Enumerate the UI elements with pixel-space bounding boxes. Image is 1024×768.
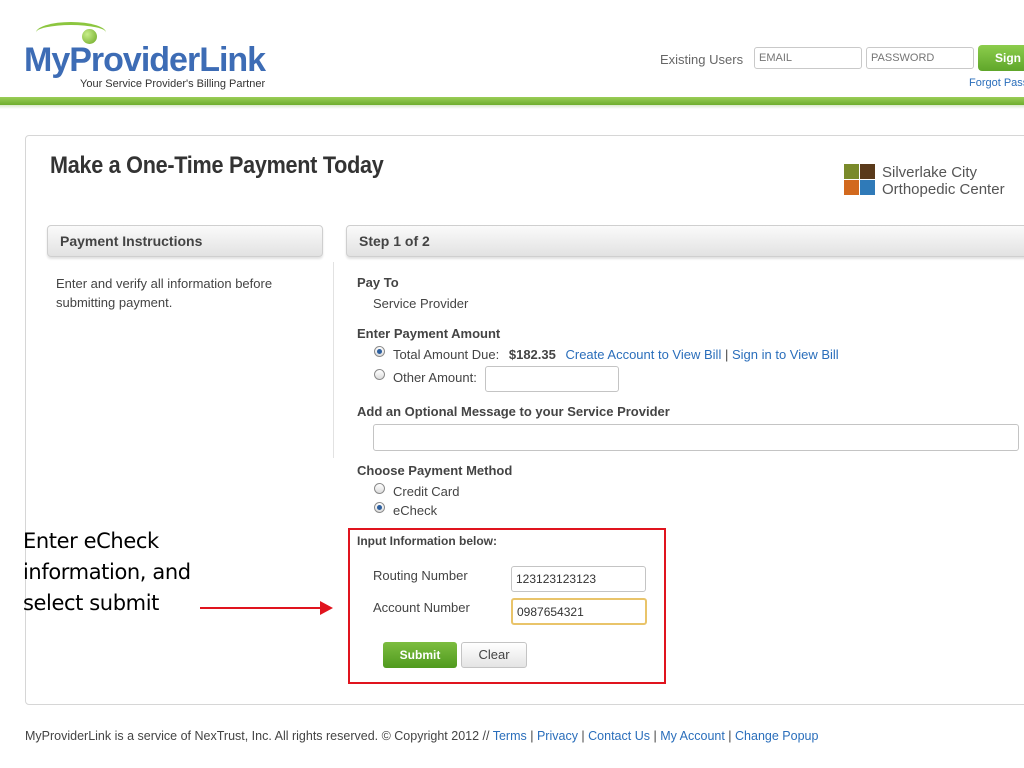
logo-square-brown bbox=[860, 164, 875, 179]
sign-in-button[interactable]: Sign bbox=[978, 45, 1024, 71]
account-number-input[interactable] bbox=[511, 598, 647, 625]
footer-link-contact[interactable]: Contact Us bbox=[588, 729, 650, 743]
header-green-band bbox=[0, 97, 1024, 105]
payment-instructions-header: Payment Instructions bbox=[47, 225, 323, 257]
provider-name-line1: Silverlake City bbox=[882, 164, 978, 181]
right-arrow-icon bbox=[200, 607, 324, 609]
logo-tagline: Your Service Provider's Billing Partner bbox=[80, 78, 266, 90]
total-due-value: $182.35 bbox=[508, 347, 556, 362]
submit-button[interactable]: Submit bbox=[383, 642, 457, 668]
logo-square-orange bbox=[844, 180, 859, 195]
site-footer: MyProviderLink is a service of NexTrust,… bbox=[25, 729, 819, 743]
provider-name: Silverlake City Orthopedic Center bbox=[882, 164, 1005, 198]
sign-in-view-bill-link[interactable]: Sign in to View Bill bbox=[732, 347, 839, 362]
pay-to-value: Service Provider bbox=[373, 296, 469, 311]
account-number-label: Account Number bbox=[373, 600, 470, 615]
credit-card-label: Credit Card bbox=[393, 484, 460, 499]
callout-line2: information, and bbox=[23, 560, 191, 584]
logo-link-text: Link bbox=[199, 41, 266, 79]
echeck-label: eCheck bbox=[393, 503, 438, 518]
step-header: Step 1 of 2 bbox=[346, 225, 1024, 257]
other-amount-radio[interactable] bbox=[374, 369, 385, 380]
footer-link-privacy[interactable]: Privacy bbox=[537, 729, 578, 743]
forgot-password-link[interactable]: Forgot Pass bbox=[969, 77, 1024, 89]
total-due-radio[interactable] bbox=[374, 346, 385, 357]
logo-square-olive bbox=[844, 164, 859, 179]
footer-link-terms[interactable]: Terms bbox=[493, 729, 527, 743]
header-band-shadow bbox=[0, 105, 1024, 109]
page-title: Make a One-Time Payment Today bbox=[50, 152, 384, 179]
payment-method-label: Choose Payment Method bbox=[357, 463, 513, 478]
other-amount-label: Other Amount: bbox=[393, 370, 477, 385]
column-divider bbox=[333, 262, 334, 458]
routing-number-input[interactable] bbox=[511, 566, 646, 592]
annotation-callout: Enter eCheck information, and select sub… bbox=[23, 526, 223, 619]
pay-to-label: Pay To bbox=[357, 275, 399, 290]
password-field[interactable] bbox=[866, 47, 974, 69]
footer-text: MyProviderLink is a service of NexTrust,… bbox=[25, 729, 490, 743]
message-input[interactable] bbox=[373, 424, 1019, 451]
footer-link-account[interactable]: My Account bbox=[660, 729, 725, 743]
provider-name-line2: Orthopedic Center bbox=[882, 181, 1005, 198]
site-logo[interactable]: MyProviderLink bbox=[24, 41, 266, 79]
create-account-link[interactable]: Create Account to View Bill bbox=[565, 347, 721, 362]
callout-line3: select submit bbox=[23, 591, 159, 615]
echeck-radio[interactable] bbox=[374, 502, 385, 513]
total-due-row: Total Amount Due: $182.35 Create Account… bbox=[393, 347, 839, 362]
clear-button[interactable]: Clear bbox=[461, 642, 527, 668]
input-info-label: Input Information below: bbox=[357, 534, 497, 548]
message-label: Add an Optional Message to your Service … bbox=[357, 404, 670, 419]
footer-link-popup[interactable]: Change Popup bbox=[735, 729, 818, 743]
instructions-text: Enter and verify all information before … bbox=[56, 276, 273, 310]
logo-square-blue bbox=[860, 180, 875, 195]
routing-number-label: Routing Number bbox=[373, 568, 468, 583]
callout-line1: Enter eCheck bbox=[23, 529, 159, 553]
other-amount-input[interactable] bbox=[485, 366, 619, 392]
logo-main-text: MyProvider bbox=[24, 41, 200, 79]
link-separator: | bbox=[724, 347, 729, 362]
four-squares-logo-icon bbox=[844, 164, 876, 196]
payment-amount-label: Enter Payment Amount bbox=[357, 326, 501, 341]
email-field[interactable] bbox=[754, 47, 862, 69]
credit-card-radio[interactable] bbox=[374, 483, 385, 494]
total-due-label: Total Amount Due: bbox=[393, 347, 500, 362]
arrow-head-icon bbox=[320, 601, 333, 615]
existing-users-label: Existing Users bbox=[660, 52, 744, 67]
